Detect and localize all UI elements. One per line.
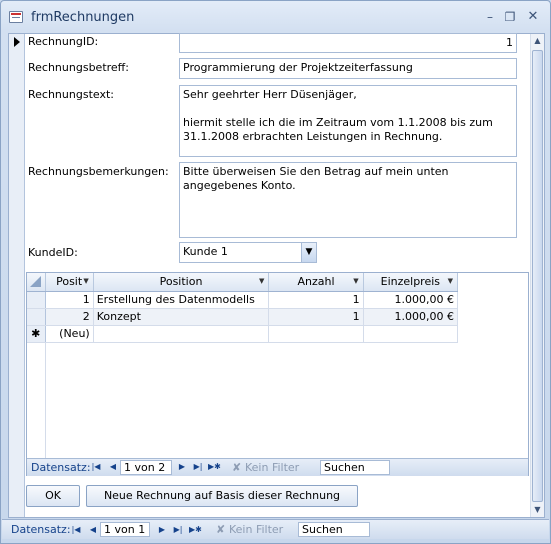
text-field[interactable]: Sehr geehrter Herr Düsenjäger, hiermit s… [179,85,517,157]
first-record-icon[interactable]: |◀ [70,523,82,537]
position-cell[interactable] [93,325,270,343]
filter-status[interactable]: Kein Filter [245,461,299,474]
positions-table: Posit ▼ Position ▼ Anzahl ▼ Einzelpreis ▼ 1 … [27,273,459,343]
filter-status[interactable]: Kein Filter [229,523,283,536]
previous-record-icon[interactable]: ◀ [87,523,99,537]
title-bar[interactable]: frmRechnungen – ❐ ✕ [1,1,550,33]
kunde-label: KundeID: [28,246,78,259]
select-all-icon [30,276,41,287]
last-record-icon[interactable]: ▶| [192,460,204,474]
column-label: Einzelpreis [380,275,441,289]
sort-arrow-icon[interactable]: ▼ [259,277,264,285]
column-label: Position [159,275,203,289]
bemerkungen-field[interactable]: Bitte überweisen Sie den Betrag auf mein… [179,162,517,238]
column-header-position[interactable]: Position ▼ [93,273,270,292]
minimize-icon[interactable]: – [480,8,500,26]
last-record-icon[interactable]: ▶| [172,523,184,537]
new-record-label[interactable]: (Neu) [45,325,94,343]
anzahl-cell[interactable] [268,325,364,343]
position-cell[interactable]: Konzept [93,308,270,326]
einzelpreis-cell[interactable] [363,325,459,343]
sort-arrow-icon[interactable]: ▼ [83,277,88,285]
bemerkungen-line: angegebenes Konto. [183,179,296,192]
text-line: 31.1.2008 erbrachten Leistungen in Rechn… [183,130,443,143]
column-divider [45,343,46,459]
first-record-icon[interactable]: |◀ [90,460,102,474]
text-label: Rechnungstext: [28,88,114,101]
form-body: RechnungID: 1 Rechnungsbetreff: Programm… [8,33,545,518]
table-row[interactable]: 1 Erstellung des Datenmodells 1 1.000,00… [27,291,459,309]
row-selector[interactable] [27,308,46,326]
column-label: Anzahl [297,275,335,289]
form-icon [9,11,23,23]
search-input[interactable]: Suchen [320,460,390,475]
scroll-up-icon[interactable]: ▲ [531,34,544,48]
positions-subform: Posit ▼ Position ▼ Anzahl ▼ Einzelpreis ▼ 1 … [26,272,529,476]
anzahl-cell[interactable]: 1 [268,308,364,326]
betreff-label: Rechnungsbetreff: [28,61,129,74]
rechnungid-field[interactable]: 1 [179,33,517,53]
row-selector[interactable] [27,291,46,309]
record-position-input[interactable]: 1 von 2 [120,460,172,475]
sort-arrow-icon[interactable]: ▼ [448,277,453,285]
column-header-anzahl[interactable]: Anzahl ▼ [268,273,364,292]
previous-record-icon[interactable]: ◀ [107,460,119,474]
nav-label: Datensatz: [11,523,71,536]
rechnungid-label: RechnungID: [28,35,99,48]
scroll-down-icon[interactable]: ▼ [531,503,544,517]
scroll-thumb[interactable] [532,50,543,502]
betreff-field[interactable]: Programmierung der Projektzeiterfassung [179,58,517,79]
vertical-scrollbar[interactable]: ▲ ▼ [530,34,544,517]
table-row[interactable]: 2 Konzept 1 1.000,00 € [27,308,459,326]
posit-cell[interactable]: 2 [45,308,94,326]
bemerkungen-label: Rechnungsbemerkungen: [28,165,169,178]
text-line: Sehr geehrter Herr Düsenjäger, [183,88,357,101]
einzelpreis-cell[interactable]: 1.000,00 € [363,308,459,326]
filter-icon[interactable]: ✘ [216,523,225,536]
einzelpreis-cell[interactable]: 1.000,00 € [363,291,459,309]
window-title: frmRechnungen [31,10,135,25]
ok-button[interactable]: OK [26,485,80,507]
kunde-value: Kunde 1 [183,245,228,258]
new-record-nav-icon[interactable]: ▶✱ [189,523,202,537]
main-record-navigator: Datensatz: |◀ ◀ 1 von 1 ▶ ▶| ▶✱ ✘ Kein F… [2,519,549,539]
record-selector[interactable] [9,34,25,517]
current-record-icon [14,37,20,47]
column-header-einzelpreis[interactable]: Einzelpreis ▼ [363,273,459,292]
close-icon[interactable]: ✕ [523,8,543,26]
new-record-nav-icon[interactable]: ▶✱ [208,460,221,474]
filter-icon[interactable]: ✘ [232,461,241,474]
new-invoice-button[interactable]: Neue Rechnung auf Basis dieser Rechnung [86,485,358,507]
posit-cell[interactable]: 1 [45,291,94,309]
restore-icon[interactable]: ❐ [500,8,520,26]
search-input[interactable]: Suchen [298,522,370,537]
column-header-posit[interactable]: Posit ▼ [45,273,94,292]
kunde-combobox[interactable]: Kunde 1 ▼ [179,242,317,263]
chevron-down-icon[interactable]: ▼ [301,243,316,262]
subform-record-navigator: Datensatz: |◀ ◀ 1 von 2 ▶ ▶| ▶✱ ✘ Kein F… [27,458,528,476]
nav-label: Datensatz: [31,461,91,474]
record-position-input[interactable]: 1 von 1 [100,522,150,537]
sort-arrow-icon[interactable]: ▼ [353,277,358,285]
new-record-row[interactable]: ✱ (Neu) [27,325,459,343]
column-label: Posit [56,275,83,289]
bemerkungen-line: Bitte überweisen Sie den Betrag auf mein… [183,165,449,178]
next-record-icon[interactable]: ▶ [156,523,168,537]
next-record-icon[interactable]: ▶ [176,460,188,474]
position-cell[interactable]: Erstellung des Datenmodells [93,291,270,309]
text-line: hiermit stelle ich die im Zeitraum vom 1… [183,116,493,129]
select-all-corner[interactable] [27,273,46,292]
new-record-icon: ✱ [27,325,46,343]
anzahl-cell[interactable]: 1 [268,291,364,309]
form-window: frmRechnungen – ❐ ✕ RechnungID: 1 Rechnu… [0,0,551,544]
